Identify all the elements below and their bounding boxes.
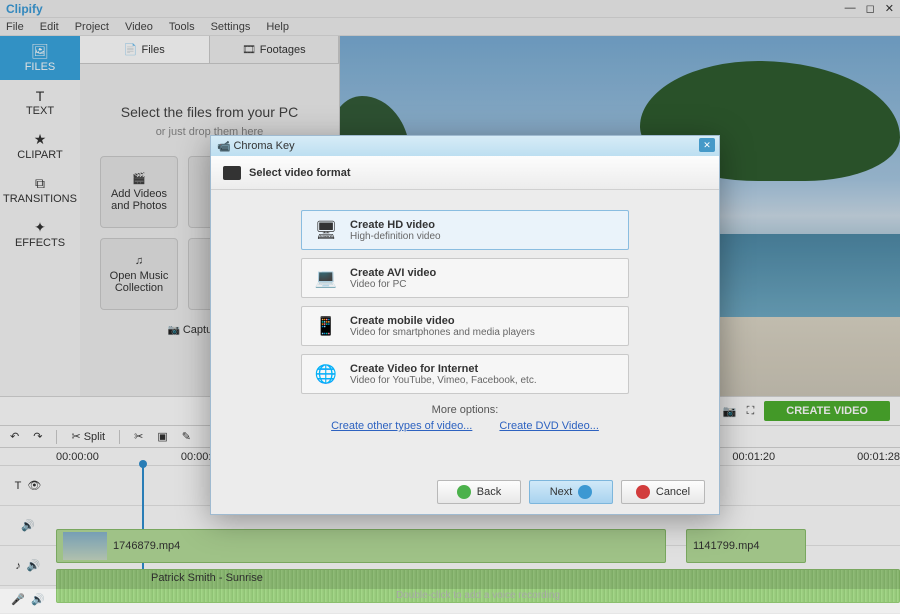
voice-hint: Double-click to add a voice recording bbox=[56, 590, 900, 601]
modal-header-text: Select video format bbox=[249, 167, 350, 179]
option-mobile-video[interactable]: 📱 Create mobile videoVideo for smartphon… bbox=[301, 306, 629, 346]
next-button[interactable]: Next bbox=[529, 480, 613, 504]
more-options-label: More options: bbox=[211, 404, 719, 416]
back-button[interactable]: Back bbox=[437, 480, 521, 504]
option-avi-video[interactable]: 💻 Create AVI videoVideo for PC bbox=[301, 258, 629, 298]
modal-close-icon[interactable]: ✕ bbox=[699, 138, 715, 152]
mute-icon[interactable]: 🔊 bbox=[31, 593, 45, 606]
link-other-types[interactable]: Create other types of video... bbox=[331, 420, 472, 432]
modal-titlebar: 📹 Chroma Key ✕ bbox=[211, 136, 719, 156]
cam-small-icon: 📹 bbox=[217, 140, 231, 153]
mic-icon: 🎤 bbox=[11, 593, 25, 606]
camcorder-icon bbox=[223, 166, 241, 180]
back-icon bbox=[457, 485, 471, 499]
modal-window-title: Chroma Key bbox=[233, 140, 294, 152]
link-dvd-video[interactable]: Create DVD Video... bbox=[499, 420, 598, 432]
next-icon bbox=[578, 485, 592, 499]
phone-icon: 📱 bbox=[312, 312, 340, 340]
globe-icon: 🌐 bbox=[312, 360, 340, 388]
cancel-icon bbox=[636, 485, 650, 499]
option-internet-video[interactable]: 🌐 Create Video for InternetVideo for You… bbox=[301, 354, 629, 394]
option-hd-video[interactable]: 🖥 Create HD videoHigh-definition video bbox=[301, 210, 629, 250]
monitor-icon: 🖥 bbox=[312, 216, 340, 244]
export-modal: 📹 Chroma Key ✕ Select video format 🖥 Cre… bbox=[210, 135, 720, 515]
pc-icon: 💻 bbox=[312, 264, 340, 292]
voice-track[interactable]: 🎤 🔊 Double-click to add a voice recording bbox=[0, 586, 900, 614]
cancel-button[interactable]: Cancel bbox=[621, 480, 705, 504]
modal-header: Select video format bbox=[211, 156, 719, 190]
